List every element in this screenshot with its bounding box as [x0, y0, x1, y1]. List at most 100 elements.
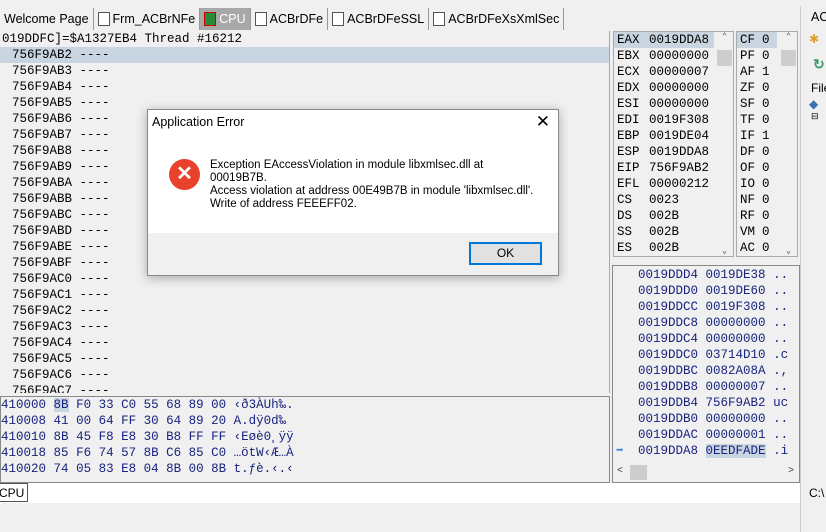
- tab-acbrdfe[interactable]: ACBrDFe: [251, 7, 329, 30]
- disasm-row[interactable]: 756F9AC4 ----: [0, 335, 609, 351]
- register-row[interactable]: ESP 0019DDA8: [614, 144, 714, 160]
- register-value: 0023: [649, 193, 680, 207]
- stack-hscrollbar[interactable]: < >: [614, 464, 798, 481]
- stack-row[interactable]: ➡ 0019DDA8 0EEDFADE .i: [613, 443, 799, 459]
- flag-row[interactable]: IF 1: [737, 128, 777, 144]
- flag-row[interactable]: SF 0: [737, 96, 777, 112]
- flag-row[interactable]: DF 0: [737, 144, 777, 160]
- refresh-icon[interactable]: ↻: [813, 56, 826, 73]
- memory-dump-pane[interactable]: 410000 8B F0 33 C0 55 68 89 00 ‹ð3ÀUh‰. 4…: [0, 396, 610, 483]
- editor-tabs: Welcome Page Frm_ACBrNFe CPU ACBrDFe ACBrDFe…: [0, 6, 800, 31]
- stack-row[interactable]: 0019DDB0 00000000 ..: [613, 411, 799, 427]
- register-row[interactable]: ES 002B: [614, 240, 714, 256]
- tab-cpu-bottom[interactable]: CPU: [0, 483, 29, 502]
- register-row[interactable]: ESI 00000000: [614, 96, 714, 112]
- dump-ascii: ‹Eøè0¸ÿÿ: [233, 430, 294, 444]
- flag-row[interactable]: RF 0: [737, 208, 777, 224]
- cpu-bug-icon: [204, 11, 217, 26]
- tab-frm_acbrnfe[interactable]: Frm_ACBrNFe: [94, 7, 201, 30]
- ok-button[interactable]: OK: [469, 242, 542, 265]
- message-line: Access violation at address 00E49B7B in …: [210, 185, 534, 197]
- tab-label: ACBrDFe: [269, 11, 324, 26]
- disasm-row[interactable]: 756F9AC1 ----: [0, 287, 609, 303]
- dump-row[interactable]: 410008 41 00 64 FF 30 64 89 20 A.dÿ0d‰: [1, 413, 609, 429]
- flag-row[interactable]: AF 1: [737, 64, 777, 80]
- tree-collapse-icon[interactable]: ⊟: [811, 111, 826, 122]
- flag-row[interactable]: PF 0: [737, 48, 777, 64]
- stack-row[interactable]: 0019DDAC 00000001 ..: [613, 427, 799, 443]
- flags-scrollbar[interactable]: ⌃ ⌄: [780, 32, 797, 256]
- stack-row[interactable]: 0019DDB8 00000007 ..: [613, 379, 799, 395]
- flag-row[interactable]: VM 0: [737, 224, 777, 240]
- flag-name: OF: [740, 161, 756, 175]
- register-value: 756F9AB2: [649, 161, 710, 175]
- register-row[interactable]: EIP 756F9AB2: [614, 160, 714, 176]
- register-row[interactable]: EDI 0019F308: [614, 112, 714, 128]
- stack-value: 0019DE38: [705, 268, 766, 282]
- tab-acbrdfexsxmlsec[interactable]: ACBrDFeXsXmlSec: [429, 7, 565, 30]
- disasm-row[interactable]: 756F9AC6 ----: [0, 367, 609, 383]
- register-row[interactable]: EDX 00000000: [614, 80, 714, 96]
- stack-row[interactable]: 0019DDBC 0082A08A .,: [613, 363, 799, 379]
- tab-cpu[interactable]: CPU: [200, 7, 251, 30]
- side-panel: AC ✱ ↻ File ◆ ⊟ C:\: [800, 6, 826, 532]
- dump-byte: 41: [53, 414, 69, 428]
- stack-row[interactable]: 0019DDD0 0019DE60 ..: [613, 283, 799, 299]
- stack-ascii: .,: [773, 364, 789, 378]
- disasm-row[interactable]: 756F9AC2 ----: [0, 303, 609, 319]
- stack-row[interactable]: 0019DDB4 756F9AB2 uc: [613, 395, 799, 411]
- side-tab[interactable]: AC: [801, 6, 826, 24]
- dump-row[interactable]: 410020 74 05 83 E8 04 8B 00 8B t.ƒè.‹.‹: [1, 461, 609, 477]
- register-value: 00000000: [649, 49, 710, 63]
- registers-pane[interactable]: EAX 0019DDA8 EBX 00000000 ECX 00000007 EDX 0000…: [613, 31, 734, 257]
- disasm-row[interactable]: 756F9AC5 ----: [0, 351, 609, 367]
- disasm-header: 019DDFC]=$A1327EB4 Thread #16212: [2, 32, 243, 46]
- flag-row[interactable]: NF 0: [737, 192, 777, 208]
- tab-label: ACBrDFeSSL: [347, 11, 425, 26]
- tab-acbrdfessl[interactable]: ACBrDFeSSL: [328, 7, 430, 30]
- flag-row[interactable]: OF 0: [737, 160, 777, 176]
- register-row[interactable]: EAX 0019DDA8: [614, 32, 714, 48]
- settings-icon[interactable]: ✱: [809, 32, 826, 46]
- register-row[interactable]: SS 002B: [614, 224, 714, 240]
- flag-name: ZF: [740, 81, 756, 95]
- register-row[interactable]: DS 002B: [614, 208, 714, 224]
- disasm-row[interactable]: 756F9AC3 ----: [0, 319, 609, 335]
- dump-address: 410018: [1, 446, 47, 460]
- dump-row[interactable]: 410000 8B F0 33 C0 55 68 89 00 ‹ð3ÀUh‰.: [1, 397, 609, 413]
- flag-row[interactable]: ZF 0: [737, 80, 777, 96]
- stack-row[interactable]: 0019DDC0 03714D10 .c: [613, 347, 799, 363]
- flags-pane[interactable]: CF 0 PF 0 AF 1 ZF 0 SF 0 TF 0 IF 1 DF 0 OF 0 IO 0 NF 0 RF 0 VM 0 A…: [736, 31, 798, 257]
- register-row[interactable]: ECX 00000007: [614, 64, 714, 80]
- register-row[interactable]: EBX 00000000: [614, 48, 714, 64]
- flag-row[interactable]: CF 0: [737, 32, 777, 48]
- dump-row[interactable]: 410010 8B 45 F8 E8 30 B8 FF FF ‹Eøè0¸ÿÿ: [1, 429, 609, 445]
- flag-row[interactable]: TF 0: [737, 112, 777, 128]
- flag-name: SF: [740, 97, 756, 111]
- close-icon[interactable]: ✕: [536, 112, 550, 132]
- flag-value: 0: [762, 81, 770, 95]
- flag-name: PF: [740, 49, 756, 63]
- flag-row[interactable]: AC 0: [737, 240, 777, 256]
- stack-row[interactable]: 0019DDD4 0019DE38 ..: [613, 267, 799, 283]
- stack-ascii: ..: [773, 380, 789, 394]
- register-row[interactable]: EBP 0019DE04: [614, 128, 714, 144]
- dump-row[interactable]: 410018 85 F6 74 57 8B C6 85 C0 …ötW‹Æ…À: [1, 445, 609, 461]
- stack-row[interactable]: 0019DDC4 00000000 ..: [613, 331, 799, 347]
- stack-ascii: ..: [773, 332, 789, 346]
- disasm-row[interactable]: 756F9AB2 ----: [0, 47, 609, 63]
- register-name: ECX: [617, 65, 640, 79]
- disasm-row[interactable]: 756F9AC7 ----: [0, 383, 609, 393]
- register-row[interactable]: EFL 00000212: [614, 176, 714, 192]
- tab-welcome page[interactable]: Welcome Page: [0, 7, 94, 30]
- flag-value: 0: [762, 49, 770, 63]
- disasm-row[interactable]: 756F9AB4 ----: [0, 79, 609, 95]
- stack-row[interactable]: 0019DDC8 00000000 ..: [613, 315, 799, 331]
- stack-value: 00000000: [705, 412, 766, 426]
- flag-row[interactable]: IO 0: [737, 176, 777, 192]
- stack-row[interactable]: 0019DDCC 0019F308 ..: [613, 299, 799, 315]
- register-row[interactable]: CS 0023: [614, 192, 714, 208]
- disasm-row[interactable]: 756F9AB3 ----: [0, 63, 609, 79]
- stack-pane[interactable]: 0019DDD4 0019DE38 .. 0019DDD0 0019DE60 ..…: [612, 265, 800, 483]
- registers-scrollbar[interactable]: ⌃ ⌄: [716, 32, 733, 256]
